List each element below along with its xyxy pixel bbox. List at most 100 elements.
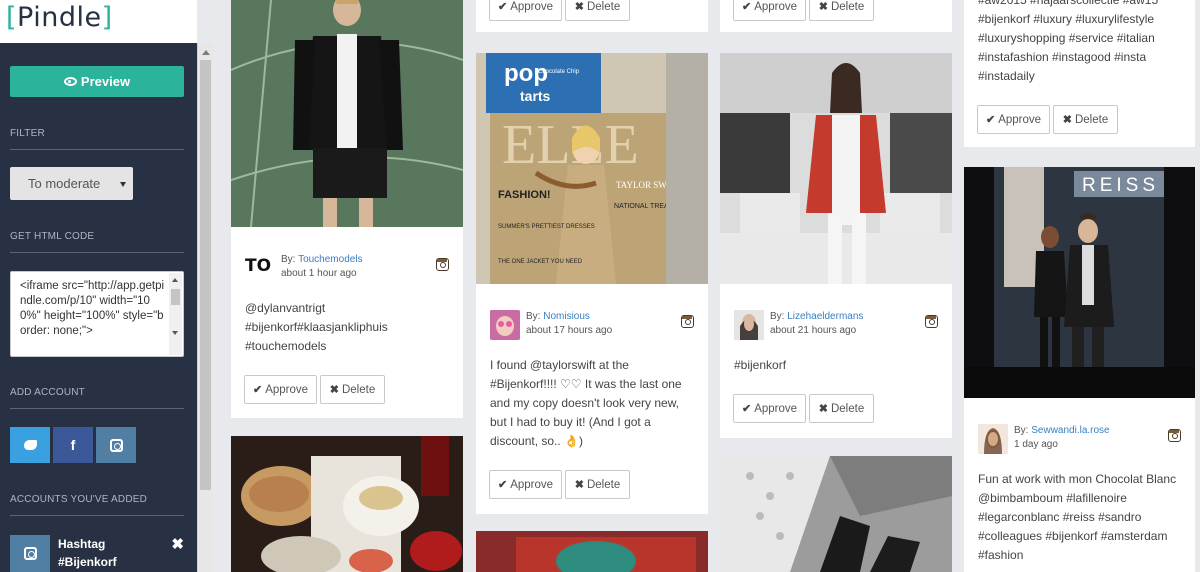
sidebar-scrollbar[interactable] — [197, 43, 213, 572]
post-photo[interactable]: REISS — [964, 167, 1195, 398]
post-caption: I found @taylorswift at the #Bijenkorf!!… — [490, 358, 682, 448]
delete-button[interactable]: ✖ Delete — [565, 0, 630, 21]
scroll-up-arrow[interactable] — [202, 50, 210, 55]
post-card — [476, 531, 708, 572]
add-instagram-button[interactable] — [96, 427, 136, 463]
svg-text:SUMMER'S PRETTIEST DRESSES: SUMMER'S PRETTIEST DRESSES — [498, 224, 595, 230]
approve-button[interactable]: ✔ Approve — [489, 0, 562, 21]
avatar[interactable]: TO — [245, 253, 275, 283]
instagram-icon — [1168, 429, 1181, 442]
approve-button[interactable]: ✔ Approve — [244, 375, 317, 404]
post-photo[interactable]: pop tarts Chocolate Chip ELLE FASHION! T… — [476, 53, 708, 284]
divider — [10, 515, 184, 516]
sidebar: [Pindle] Preview FILTER To moderate GET … — [0, 0, 197, 572]
check-icon: ✔ — [741, 403, 752, 415]
x-icon: ✖ — [818, 1, 828, 13]
svg-text:Chocolate Chip: Chocolate Chip — [538, 69, 580, 75]
approve-button[interactable]: ✔ Approve — [977, 105, 1050, 134]
account-type: Hashtag — [58, 537, 106, 551]
reiss-store-photo: REISS — [964, 167, 1195, 398]
x-icon: ✖ — [329, 384, 339, 396]
filter-select[interactable]: To moderate — [10, 167, 133, 200]
post-time: about 17 hours ago — [526, 325, 613, 336]
post-card: #aw2015 #najaarscollectie #aw15 #bijenko… — [964, 0, 1195, 147]
instagram-icon — [109, 438, 123, 452]
delete-button[interactable]: ✖ Delete — [1053, 105, 1118, 134]
author-link[interactable]: Nomisious — [543, 311, 590, 322]
add-twitter-button[interactable] — [10, 427, 50, 463]
post-photo[interactable] — [720, 53, 952, 284]
food-photo — [231, 436, 463, 572]
post-card: By: Lizehaeldermans about 21 hours ago #… — [720, 53, 952, 438]
post-photo[interactable] — [720, 456, 952, 572]
instagram-icon — [925, 315, 938, 328]
post-caption: #bijenkorf — [734, 358, 787, 372]
divider — [10, 149, 184, 150]
avatar[interactable] — [978, 424, 1008, 454]
delete-button[interactable]: ✖ Delete — [809, 0, 874, 21]
approve-button[interactable]: ✔ Approve — [733, 394, 806, 423]
svg-text:REISS: REISS — [1082, 175, 1159, 196]
delete-button[interactable]: ✖ Delete — [565, 470, 630, 499]
avatar[interactable] — [490, 310, 520, 340]
scrollbar-thumb[interactable] — [200, 60, 211, 490]
post-card: pop tarts Chocolate Chip ELLE FASHION! T… — [476, 53, 708, 514]
x-icon: ✖ — [574, 479, 584, 491]
x-icon: ✖ — [574, 1, 584, 13]
divider — [10, 408, 184, 409]
post-author: TO By: Touchemodels about 1 hour ago — [231, 250, 463, 290]
check-icon: ✔ — [985, 114, 996, 126]
preview-button[interactable]: Preview — [10, 66, 184, 97]
author-link[interactable]: Sewwandi.la.rose — [1031, 425, 1109, 436]
post-card — [720, 456, 952, 572]
post-author: By: Sewwandi.la.rose 1 day ago — [964, 421, 1195, 461]
account-hashtag: #Bijenkorf — [58, 555, 117, 569]
svg-text:FASHION!: FASHION! — [498, 189, 551, 201]
facebook-icon: f — [70, 437, 76, 453]
post-card-actions: ✔ Approve ✖ Delete — [720, 0, 952, 32]
divider — [10, 252, 184, 253]
remove-account-button[interactable]: ✖ — [171, 535, 184, 553]
approve-button[interactable]: ✔ Approve — [733, 0, 806, 21]
shoes-photo — [720, 456, 952, 572]
html-code-heading: GET HTML CODE — [10, 231, 95, 242]
x-icon: ✖ — [818, 403, 828, 415]
author-link[interactable]: Lizehaeldermans — [787, 311, 863, 322]
check-icon: ✔ — [252, 384, 263, 396]
logo-bar: [Pindle] — [0, 0, 197, 43]
delete-button[interactable]: ✖ Delete — [809, 394, 874, 423]
app-logo[interactable]: [Pindle] — [6, 2, 113, 33]
delete-button[interactable]: ✖ Delete — [320, 375, 385, 404]
add-facebook-button[interactable]: f — [53, 427, 93, 463]
post-photo[interactable] — [476, 531, 708, 572]
check-icon: ✔ — [741, 1, 752, 13]
html-code-textarea[interactable]: <iframe src="http://app.getpindle.com/p/… — [10, 271, 184, 357]
check-icon: ✔ — [497, 1, 508, 13]
partial-photo — [476, 531, 708, 572]
post-author: By: Lizehaeldermans about 21 hours ago — [720, 307, 952, 347]
added-account-item: Hashtag #Bijenkorf ✖ — [10, 535, 184, 572]
approve-button[interactable]: ✔ Approve — [489, 470, 562, 499]
avatar[interactable] — [734, 310, 764, 340]
post-time: about 1 hour ago — [281, 268, 357, 279]
x-icon: ✖ — [1062, 114, 1072, 126]
post-time: 1 day ago — [1014, 439, 1058, 450]
add-account-heading: ADD ACCOUNT — [10, 387, 85, 398]
chevron-down-icon — [120, 182, 126, 187]
post-photo[interactable] — [231, 436, 463, 572]
store-photo — [720, 53, 952, 284]
instagram-icon — [436, 258, 449, 271]
post-card: TO By: Touchemodels about 1 hour ago @dy… — [231, 0, 463, 418]
post-card-actions: ✔ Approve ✖ Delete — [476, 0, 708, 32]
post-photo[interactable] — [231, 0, 463, 227]
post-author: By: Nomisious about 17 hours ago — [476, 307, 708, 347]
post-caption: Fun at work with mon Chocolat Blanc @bim… — [978, 472, 1177, 562]
filter-heading: FILTER — [10, 128, 45, 139]
svg-text:THE ONE JACKET YOU NEED: THE ONE JACKET YOU NEED — [498, 259, 583, 265]
post-caption: @dylanvantrigt #bijenkorf#klaasjankliphu… — [245, 301, 388, 353]
post-card: REISS By: Sewwandi.la.rose 1 day ago Fun… — [964, 167, 1195, 572]
magazine-photo: pop tarts Chocolate Chip ELLE FASHION! T… — [476, 53, 708, 284]
author-link[interactable]: Touchemodels — [298, 254, 362, 265]
textarea-scrollbar[interactable] — [169, 273, 182, 355]
instagram-icon — [681, 315, 694, 328]
